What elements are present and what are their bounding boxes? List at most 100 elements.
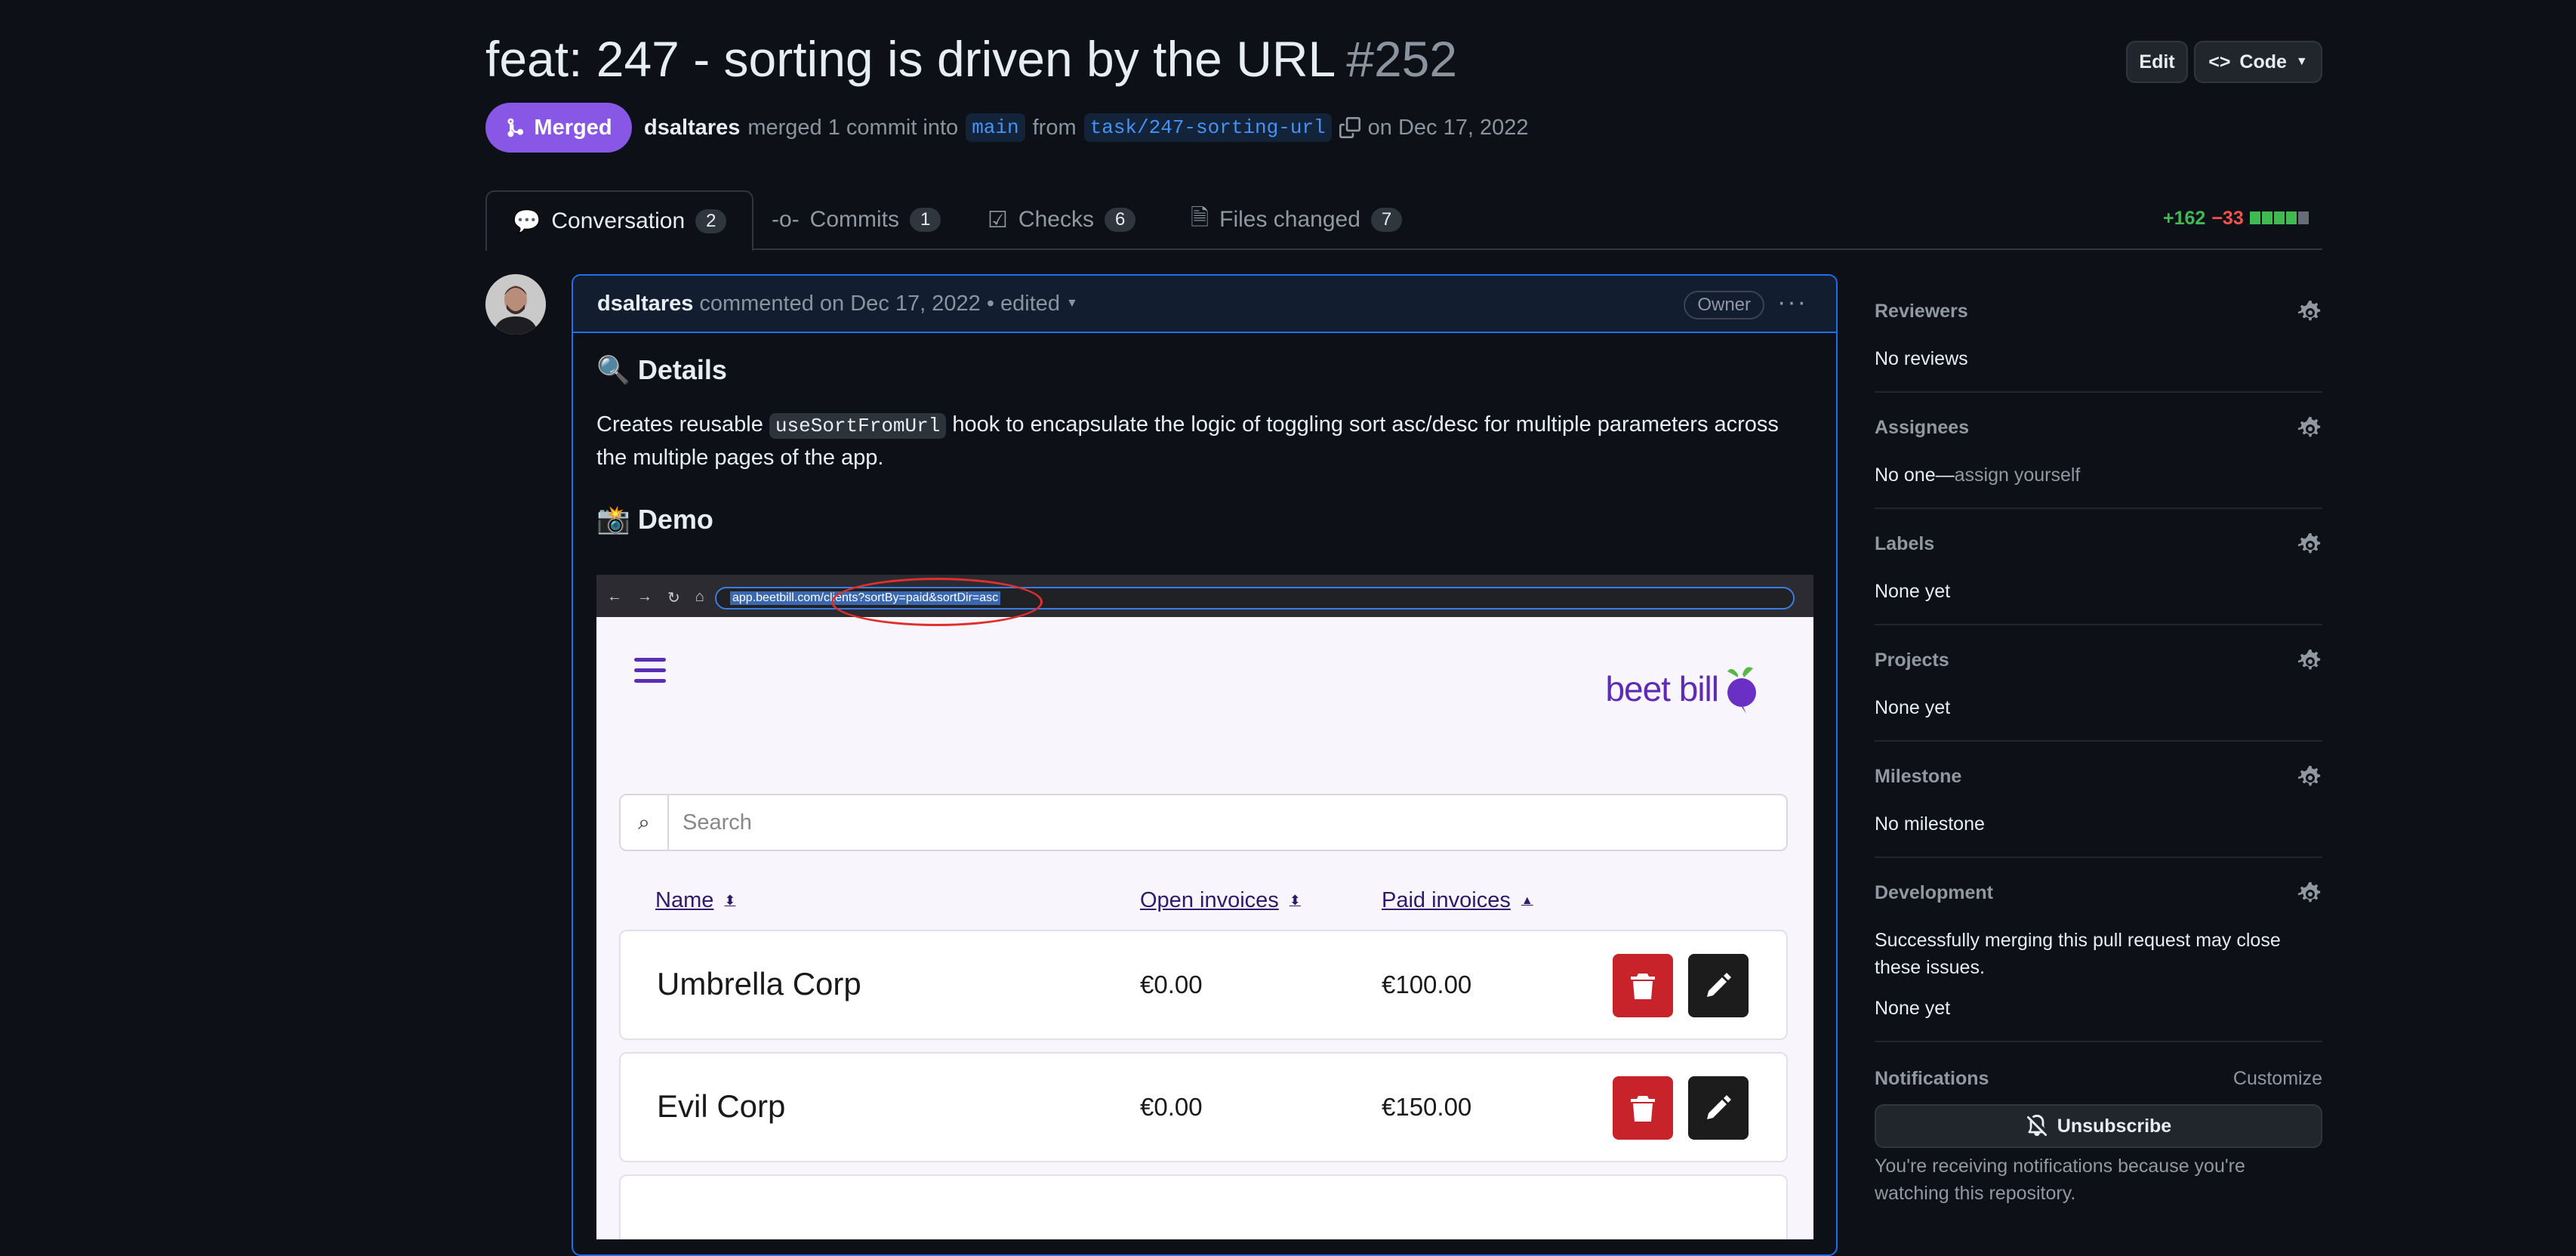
development-value: None yet xyxy=(1875,998,1951,1019)
avatar[interactable] xyxy=(485,274,546,335)
assignees-value: No one—assign yourself xyxy=(1875,461,2322,489)
kebab-menu-icon[interactable]: ··· xyxy=(1777,288,1807,317)
customize-link[interactable]: Customize xyxy=(2233,1068,2322,1090)
logo-text: beet bill xyxy=(1605,669,1719,708)
merged-text: merged 1 commit into xyxy=(747,115,959,140)
tab-checks-count: 6 xyxy=(1104,208,1136,232)
trash-icon xyxy=(1631,1096,1655,1122)
tabs-divider xyxy=(485,248,2322,250)
assignees-none: No one— xyxy=(1875,464,1955,486)
milestone-value: No milestone xyxy=(1875,813,1985,835)
search-field: ⌕ Search xyxy=(619,794,1788,851)
unsubscribe-button[interactable]: Unsubscribe xyxy=(1875,1104,2322,1148)
gear-icon[interactable] xyxy=(2298,301,2322,325)
forward-icon: → xyxy=(637,588,652,605)
pr-author-link[interactable]: dsaltares xyxy=(644,116,740,140)
owner-badge: Owner xyxy=(1684,291,1764,319)
paid-header-label: Paid invoices xyxy=(1382,888,1511,912)
table-row: Umbrella Corp €0.00 €100.00 xyxy=(619,930,1788,1040)
name-header-label: Name xyxy=(655,888,714,912)
merge-icon xyxy=(507,118,524,137)
diffstat: +162 −33 xyxy=(2163,208,2310,230)
home-icon: ⌂ xyxy=(695,588,704,605)
tab-commits-count: 1 xyxy=(910,208,941,232)
merged-badge-label: Merged xyxy=(534,115,612,140)
beet-icon xyxy=(1727,667,1756,714)
hamburger-menu-icon xyxy=(634,658,666,690)
pr-number: #252 xyxy=(1346,31,1458,87)
description-text-1: Creates reusable xyxy=(596,412,763,437)
tab-checks[interactable]: ☑ Checks 6 xyxy=(988,190,1136,249)
client-name: Umbrella Corp xyxy=(657,966,861,1001)
development-description: Successfully merging this pull request m… xyxy=(1875,930,2281,978)
search-icon: ⌕ xyxy=(621,795,669,850)
reviewers-label: Reviewers xyxy=(1875,301,1968,322)
code-button[interactable]: <> Code ▼ xyxy=(2194,41,2322,83)
bell-slash-icon xyxy=(2026,1115,2047,1137)
delete-button xyxy=(1613,954,1673,1017)
gear-icon[interactable] xyxy=(2298,766,2322,790)
browser-toolbar: ← → ↻ ⌂ app.beetbill.com/clients?sortBy=… xyxy=(596,575,1813,626)
paid-invoices-value: €100.00 xyxy=(1382,971,1472,998)
head-branch[interactable]: task/247-sorting-url xyxy=(1083,113,1332,142)
comment-header: dsaltares commented on Dec 17, 2022 • ed… xyxy=(573,276,1836,333)
tab-commits[interactable]: -o- Commits 1 xyxy=(772,190,941,249)
tab-files-changed[interactable]: 🗎 Files changed 7 xyxy=(1191,190,1403,249)
sidebar-projects: Projects None yet xyxy=(1875,650,2322,742)
comment-author[interactable]: dsaltares xyxy=(597,292,693,316)
gear-icon[interactable] xyxy=(2298,417,2322,441)
edit-client-button xyxy=(1688,954,1749,1017)
back-icon: ← xyxy=(607,588,622,605)
milestone-label: Milestone xyxy=(1875,766,1962,787)
open-header-label: Open invoices xyxy=(1140,888,1279,912)
edit-button[interactable]: Edit xyxy=(2126,41,2188,83)
assign-yourself-link[interactable]: assign yourself xyxy=(1955,464,2081,486)
edit-client-button xyxy=(1688,1076,1749,1140)
pencil-icon xyxy=(1707,1095,1731,1119)
notifications-reason: You're receiving notifications because y… xyxy=(1875,1156,2245,1204)
magnifier-emoji-icon: 🔍 xyxy=(596,354,630,385)
browser-nav: ← → ↻ ⌂ xyxy=(607,588,704,607)
tab-conversation[interactable]: 💬 Conversation 2 xyxy=(485,190,754,251)
labels-value: None yet xyxy=(1875,581,1951,602)
paid-invoices-column-header: Paid invoices ▲ xyxy=(1382,888,1533,913)
edited-dropdown-icon[interactable]: ▼ xyxy=(1066,297,1078,310)
paid-invoices-value: €150.00 xyxy=(1382,1093,1472,1121)
highlight-ellipse xyxy=(831,578,1043,626)
deletions-count: −33 xyxy=(2211,208,2244,229)
description-paragraph: Creates reusable useSortFromUrl hook to … xyxy=(596,409,1813,474)
tab-files-changed-label: Files changed xyxy=(1219,207,1360,232)
reviewers-value: No reviews xyxy=(1875,348,1968,369)
pr-meta: dsaltares merged 1 commit into main from… xyxy=(644,113,1529,142)
client-name: Evil Corp xyxy=(657,1088,786,1124)
trash-icon xyxy=(1631,974,1655,999)
search-placeholder: Search xyxy=(683,810,752,835)
tab-files-changed-count: 7 xyxy=(1370,208,1403,232)
notifications-label: Notifications xyxy=(1875,1068,1989,1089)
gear-icon[interactable] xyxy=(2298,882,2322,906)
copy-icon[interactable] xyxy=(1339,117,1360,138)
gear-icon[interactable] xyxy=(2298,650,2322,674)
base-branch[interactable]: main xyxy=(966,113,1025,142)
sidebar-milestone: Milestone No milestone xyxy=(1875,766,2322,858)
from-text: from xyxy=(1032,115,1077,140)
demo-heading: 📸 Demo xyxy=(596,504,1813,535)
sidebar-labels: Labels None yet xyxy=(1875,533,2322,625)
diffstat-bar xyxy=(2249,208,2310,230)
projects-label: Projects xyxy=(1875,650,1949,671)
demo-screenshot[interactable]: ← → ↻ ⌂ app.beetbill.com/clients?sortBy=… xyxy=(596,575,1813,1239)
sidebar-assignees: Assignees No one—assign yourself xyxy=(1875,417,2322,509)
merge-date: on Dec 17, 2022 xyxy=(1367,115,1529,140)
unsubscribe-label: Unsubscribe xyxy=(2057,1115,2172,1137)
pencil-icon xyxy=(1707,973,1731,997)
pr-title: feat: 247 - sorting is driven by the URL… xyxy=(485,30,1457,88)
additions-count: +162 xyxy=(2163,208,2206,229)
table-row xyxy=(619,1174,1788,1239)
gear-icon[interactable] xyxy=(2298,533,2322,557)
commit-icon: -o- xyxy=(772,207,800,232)
beetbill-logo: beet bill xyxy=(1605,664,1761,714)
open-invoices-column-header: Open invoices ⬍ xyxy=(1140,888,1301,913)
tab-conversation-label: Conversation xyxy=(551,208,686,233)
tab-conversation-count: 2 xyxy=(695,209,727,233)
file-diff-icon: 🗎 xyxy=(1191,205,1209,230)
